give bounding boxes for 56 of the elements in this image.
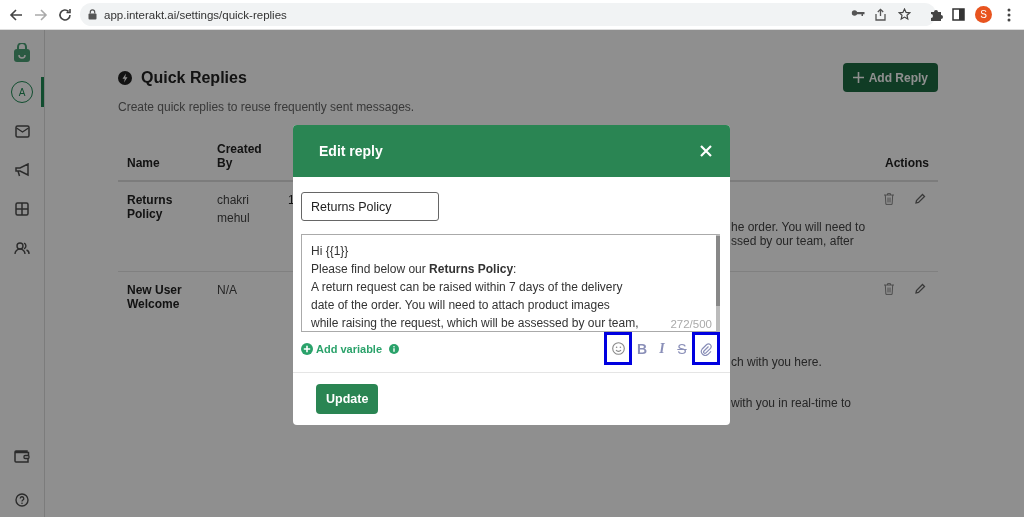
reload-icon[interactable]: [58, 8, 72, 22]
url-text: app.interakt.ai/settings/quick-replies: [104, 8, 287, 21]
info-icon[interactable]: [389, 343, 400, 354]
message-text: he order. You will need to: [731, 220, 867, 234]
bag-logo-icon[interactable]: [13, 43, 31, 63]
column-header: Created By: [217, 142, 263, 170]
help-icon[interactable]: [15, 493, 29, 507]
message-text: ssed by our team, after: [731, 234, 855, 248]
pencil-icon[interactable]: [914, 283, 926, 295]
menu-icon[interactable]: [1007, 8, 1011, 22]
bold-button[interactable]: B: [632, 332, 652, 365]
wallet-icon[interactable]: [14, 449, 30, 463]
column-header: Name: [127, 156, 160, 170]
mail-icon[interactable]: [14, 124, 30, 138]
trash-icon[interactable]: [884, 193, 894, 205]
page-title: Quick Replies: [141, 68, 247, 87]
italic-button[interactable]: I: [652, 332, 672, 365]
profile-avatar[interactable]: S: [975, 6, 992, 23]
back-icon[interactable]: [9, 8, 23, 22]
message-text: ch with you here.: [731, 355, 823, 369]
reply-name-field[interactable]: Returns Policy: [301, 192, 439, 221]
smiley-icon: [611, 342, 625, 355]
table-cell-text: chakri mehul: [217, 192, 251, 227]
megaphone-icon[interactable]: [14, 163, 30, 177]
dialog-title: Edit reply: [319, 143, 383, 159]
side-panel-icon[interactable]: [952, 8, 965, 21]
pencil-icon[interactable]: [914, 193, 926, 205]
people-icon[interactable]: [14, 241, 30, 255]
scrollbar[interactable]: [716, 236, 720, 306]
grid-icon[interactable]: [15, 202, 29, 216]
add-variable-link[interactable]: Add variable: [301, 342, 383, 355]
paperclip-icon: [700, 341, 712, 356]
plus-circle-icon: [301, 342, 313, 355]
share-icon[interactable]: [874, 8, 887, 21]
address-bar[interactable]: app.interakt.ai/settings/quick-replies: [80, 3, 936, 26]
table-cell-text: N/A: [217, 282, 238, 299]
add-reply-button[interactable]: Add Reply: [842, 63, 938, 92]
reply-name: Returns Policy: [127, 193, 174, 221]
reply-name: New User Welcome: [127, 283, 183, 311]
page-subtitle: Create quick replies to reuse frequently sent messages.: [118, 100, 416, 114]
character-counter: 272/500: [670, 318, 712, 330]
close-icon[interactable]: [700, 145, 712, 157]
update-button[interactable]: Update: [316, 384, 379, 414]
key-icon[interactable]: [851, 8, 865, 18]
lock-icon: [88, 9, 97, 20]
message-text: with you in real-time to: [731, 396, 853, 410]
column-header: Actions: [885, 156, 929, 170]
puzzle-icon[interactable]: [929, 8, 943, 22]
emoji-button[interactable]: [604, 332, 632, 365]
star-icon[interactable]: [898, 8, 911, 21]
trash-icon[interactable]: [884, 283, 894, 295]
active-indicator: [41, 77, 44, 107]
plus-icon: [852, 72, 864, 83]
strikethrough-button[interactable]: S: [672, 332, 692, 365]
bolt-icon: [118, 70, 132, 85]
attach-button[interactable]: [692, 332, 720, 365]
